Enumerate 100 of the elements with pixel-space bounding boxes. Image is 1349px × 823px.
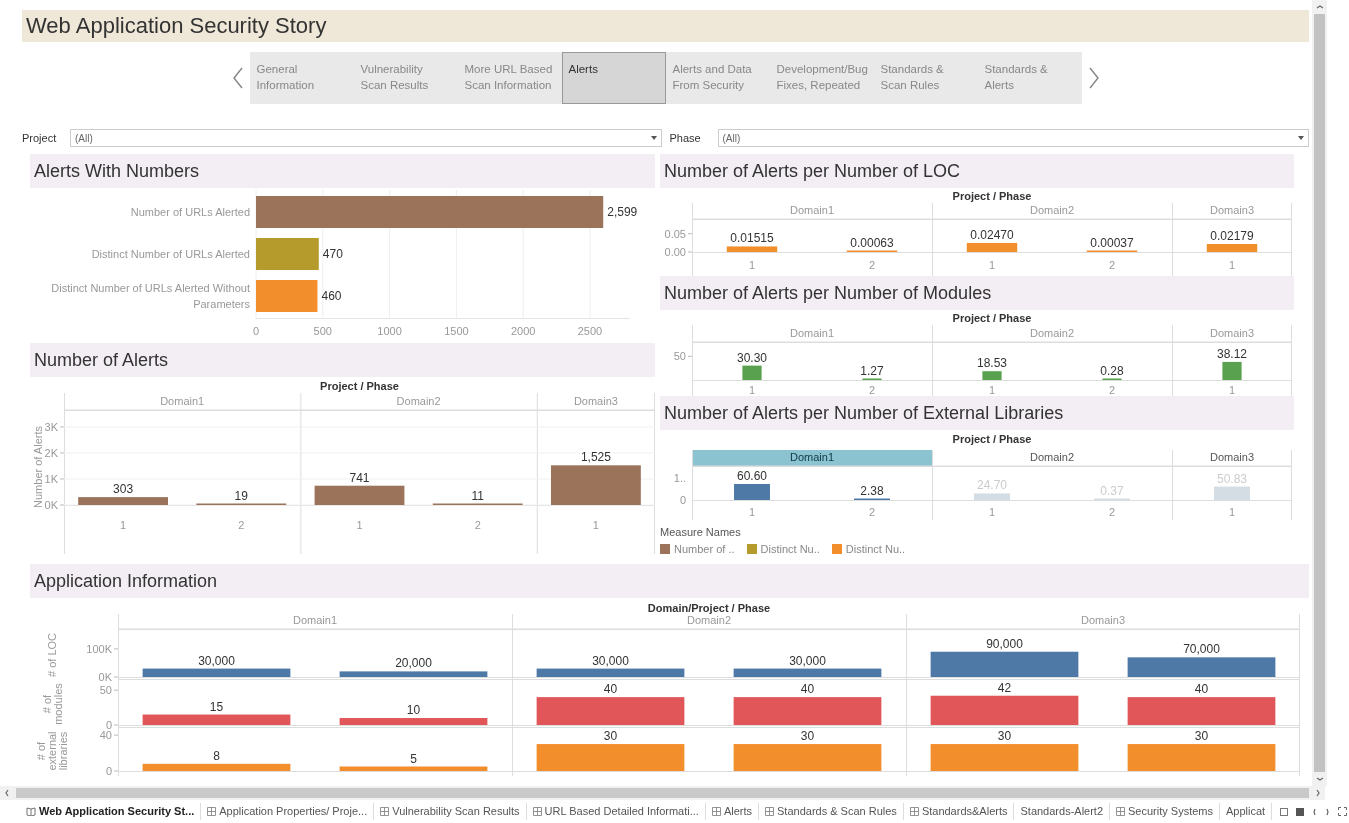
next-icon[interactable] (1325, 807, 1331, 816)
tick-label: 0 (252, 325, 260, 337)
tick-label: 0 (105, 719, 112, 731)
value-label: 741 (349, 470, 370, 485)
chevron-right-icon[interactable] (1087, 67, 1100, 89)
facet-header: Domain1 (790, 327, 834, 339)
section-title: Number of Alerts per Number of External Libraries (660, 396, 1294, 430)
axis-label: 1 (748, 259, 756, 271)
value-label: 0.00063 (850, 235, 894, 250)
value-label: 30,000 (592, 653, 629, 668)
value-label: 40 (1194, 682, 1209, 697)
facet-header: Domain1 (790, 204, 834, 216)
facet-header: Domain2 (396, 395, 441, 407)
sheet-tab[interactable]: Applicat (1220, 803, 1273, 820)
tick-label: 0.00 (664, 246, 686, 258)
facet-header: Domain2 (1030, 204, 1074, 216)
value-label: 30.30 (737, 350, 767, 365)
square-icon[interactable] (1296, 807, 1305, 816)
chevron-left-icon[interactable] (231, 67, 244, 89)
scroll-left-icon[interactable] (4, 789, 10, 797)
fullscreen-icon[interactable] (1338, 807, 1348, 816)
value-label: 18.53 (977, 356, 1007, 371)
facet-header: Domain2 (1030, 327, 1074, 339)
sheet-tab[interactable]: Web Application Security St... (20, 803, 202, 820)
value-label: 70,000 (1183, 642, 1220, 657)
caret-icon (1298, 136, 1304, 140)
value-label: 1,525 (580, 450, 611, 465)
sheet-tab[interactable]: Alerts (705, 803, 759, 820)
axis-label: 2 (474, 519, 481, 531)
axis-label: 2 (868, 259, 876, 271)
tick-label: 2000 (510, 325, 536, 337)
value-label: 40 (800, 682, 815, 697)
grid-icon (909, 807, 919, 816)
tick-label: 2K (44, 446, 58, 459)
facet-header: Domain3 (1210, 327, 1254, 339)
grid-icon (380, 807, 390, 816)
value-label: 20,000 (395, 656, 432, 671)
axis-label: 1 (1228, 506, 1236, 518)
value-label: 460 (321, 289, 342, 303)
axis-label: 2 (868, 506, 876, 518)
prev-icon[interactable] (1312, 807, 1318, 816)
story-tab[interactable]: Alerts (561, 52, 666, 104)
value-label: 2.38 (860, 483, 884, 498)
vertical-scrollbar[interactable] (1312, 0, 1327, 786)
axis-label: 2 (868, 384, 876, 396)
filter-label: Project (22, 130, 58, 146)
axis-label: 1 (988, 506, 996, 518)
scrollbar-thumb[interactable] (1314, 14, 1325, 772)
sheet-tab[interactable]: Standards&Alerts (903, 803, 1015, 820)
facet-header: Domain2 (687, 614, 731, 626)
scroll-up-icon[interactable] (1315, 4, 1324, 10)
caret-icon (650, 136, 657, 140)
scroll-down-icon[interactable] (1315, 776, 1324, 782)
dropdown[interactable]: (All) (717, 129, 1309, 147)
facet-header[interactable]: Domain1 (692, 450, 932, 466)
facet-header: Domain3 (1210, 204, 1254, 216)
scroll-right-icon[interactable] (1315, 789, 1321, 797)
value-label: 470 (322, 247, 343, 261)
grid-icon (711, 807, 721, 816)
tick-label: 500 (313, 325, 332, 337)
sheet-tab[interactable]: Standards-Alert2 (1014, 803, 1111, 820)
scrollbar-thumb[interactable] (16, 788, 1309, 798)
grid-icon (207, 807, 217, 816)
value-label: 0.28 (1100, 363, 1124, 378)
facet-header[interactable]: Domain2 (1030, 451, 1074, 463)
axis-label: 1 (1228, 259, 1236, 271)
tick-label: 1K (44, 472, 58, 485)
grid-view-icon[interactable] (1280, 807, 1289, 816)
value-label: 1.27 (860, 363, 884, 378)
value-label: 11 (471, 488, 484, 503)
value-label: 0.00037 (1090, 235, 1134, 250)
axis-label: 1 (748, 506, 756, 518)
sheet-tab[interactable]: URL Based Detailed Informati... (526, 803, 706, 820)
axis-label: 1 (1228, 384, 1236, 396)
value-label: 15 (209, 699, 224, 714)
sheet-tab[interactable]: Security Systems (1110, 803, 1220, 820)
value-label: 0.01515 (730, 231, 774, 246)
value-label: 0.02179 (1210, 229, 1254, 243)
legend-title: Measure Names (660, 525, 742, 540)
tick-label: 50 (673, 350, 686, 363)
axis-label: 1 (356, 519, 363, 531)
value-label: 90,000 (986, 636, 1023, 651)
sheet-tab[interactable]: Application Properties/ Proje... (201, 803, 375, 820)
value-label: 30 (800, 729, 815, 744)
value-label: 38.12 (1217, 346, 1247, 361)
sheet-tab[interactable]: Vulnerability Scan Results (374, 803, 527, 820)
facet-header: Domain1 (160, 395, 205, 407)
dropdown[interactable]: (All) (70, 129, 662, 147)
horizontal-scrollbar[interactable] (0, 786, 1325, 800)
value-label: 19 (234, 488, 248, 503)
tick-label: 3K (44, 420, 58, 433)
facet-header: Domain1 (293, 614, 337, 626)
section-title: Application Information (30, 564, 1309, 598)
tick-label: 0.05 (664, 227, 686, 240)
facet-header[interactable]: Domain3 (1210, 451, 1254, 463)
axis-label: 1 (592, 519, 599, 531)
section-title: Number of Alerts (30, 343, 655, 377)
tick-label: 0K (44, 499, 58, 511)
sheet-tab[interactable]: Standards & Scan Rules (759, 803, 904, 820)
axis-label: 2 (238, 519, 245, 531)
